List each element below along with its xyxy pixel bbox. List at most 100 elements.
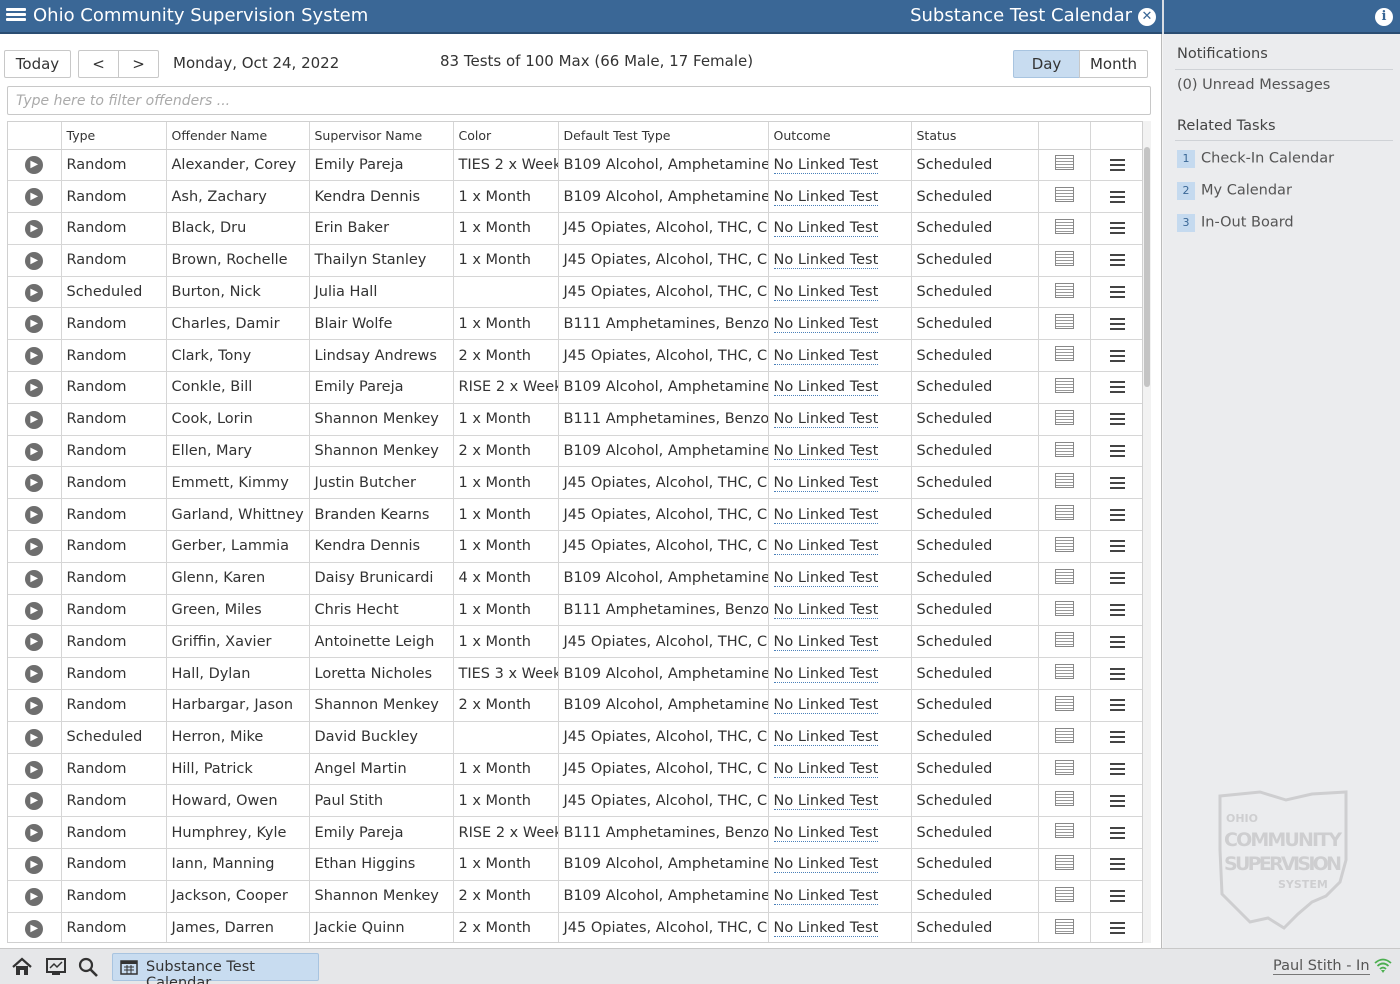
table-row[interactable]: ▶ Random Brown, Rochelle Thailyn Stanley 1 x… [8,244,1142,277]
outcome-link[interactable]: No Linked Test [773,474,879,492]
go-arrow-icon[interactable]: ▶ [25,315,44,334]
outcome-link[interactable]: No Linked Test [773,315,879,333]
grid-scrollbar[interactable] [1143,121,1151,943]
details-list-icon[interactable] [1054,886,1074,902]
table-row[interactable]: ▶ Random Glenn, Karen Daisy Brunicardi 4 x M… [8,562,1142,595]
table-row[interactable]: ▶ Random Humphrey, Kyle Emily Pareja RISE 2 … [8,816,1142,850]
row-menu-icon[interactable] [1109,855,1125,873]
outcome-link[interactable]: No Linked Test [773,856,879,874]
row-menu-icon[interactable] [1109,283,1125,301]
row-menu-icon[interactable] [1109,506,1125,524]
today-button[interactable]: Today [4,50,71,78]
table-row[interactable]: ▶ Random Hall, Dylan Loretta Nicholes TIES 3… [8,657,1142,691]
go-arrow-icon[interactable]: ▶ [25,633,44,652]
table-row[interactable]: ▶ Random Cook, Lorin Shannon Menkey 1 x Mont… [8,403,1142,436]
outcome-link[interactable]: No Linked Test [773,347,879,365]
scrollbar-thumb[interactable] [1144,147,1150,387]
search-icon[interactable] [78,957,100,977]
related-task-check-in-calendar[interactable]: 1 Check-In Calendar [1177,148,1334,170]
outcome-link[interactable]: No Linked Test [773,220,879,238]
row-menu-icon[interactable] [1109,474,1125,492]
outcome-link[interactable]: No Linked Test [773,570,879,588]
row-menu-icon[interactable] [1109,315,1125,333]
outcome-link[interactable]: No Linked Test [773,284,879,302]
home-icon[interactable] [11,957,33,977]
column-header-default-test-type[interactable]: Default Test Type [558,122,769,150]
details-list-icon[interactable] [1054,250,1074,266]
unread-messages-link[interactable]: (0) Unread Messages [1177,77,1330,93]
details-list-icon[interactable] [1054,346,1074,362]
previous-day-button[interactable]: < [78,50,119,78]
table-row[interactable]: ▶ Random Black, Dru Erin Baker 1 x Month J45 … [8,212,1142,245]
go-arrow-icon[interactable]: ▶ [25,251,44,270]
outcome-link[interactable]: No Linked Test [773,824,879,842]
row-menu-icon[interactable] [1109,251,1125,269]
column-header-supervisor-name[interactable]: Supervisor Name [309,122,454,150]
go-arrow-icon[interactable]: ▶ [25,824,44,843]
go-arrow-icon[interactable]: ▶ [25,474,44,493]
user-status-link[interactable]: Paul Stith - In [1273,958,1370,975]
taskbar-tab-substance-test-calendar[interactable]: Substance Test Calendar [112,953,319,984]
table-row[interactable]: ▶ Random Charles, Damir Blair Wolfe 1 x Mont… [8,307,1142,341]
go-arrow-icon[interactable]: ▶ [25,537,44,556]
info-icon[interactable]: i [1375,8,1393,26]
row-menu-icon[interactable] [1109,188,1125,206]
row-menu-icon[interactable] [1109,378,1125,396]
go-arrow-icon[interactable]: ▶ [25,887,44,906]
go-arrow-icon[interactable]: ▶ [25,156,44,175]
row-menu-icon[interactable] [1109,347,1125,365]
details-list-icon[interactable] [1054,473,1074,489]
outcome-link[interactable]: No Linked Test [773,506,879,524]
outcome-link[interactable]: No Linked Test [773,665,879,683]
row-menu-icon[interactable] [1109,792,1125,810]
row-menu-icon[interactable] [1109,633,1125,651]
row-menu-icon[interactable] [1109,665,1125,683]
go-arrow-icon[interactable]: ▶ [25,919,44,938]
outcome-link[interactable]: No Linked Test [773,888,879,906]
offender-filter-input[interactable] [7,86,1151,115]
go-arrow-icon[interactable]: ▶ [25,506,44,525]
row-menu-icon[interactable] [1109,219,1125,237]
go-arrow-icon[interactable]: ▶ [25,283,44,302]
details-list-icon[interactable] [1054,409,1074,425]
table-row[interactable]: ▶ Random Emmett, Kimmy Justin Butcher 1 x Mo… [8,466,1142,500]
table-row[interactable]: ▶ Random Ash, Zachary Kendra Dennis 1 x Mont… [8,180,1142,214]
row-menu-icon[interactable] [1109,760,1125,778]
details-list-icon[interactable] [1054,600,1074,616]
row-menu-icon[interactable] [1109,887,1125,905]
go-arrow-icon[interactable]: ▶ [25,347,44,366]
go-arrow-icon[interactable]: ▶ [25,665,44,684]
details-list-icon[interactable] [1054,727,1074,743]
row-menu-icon[interactable] [1109,728,1125,746]
row-menu-icon[interactable] [1109,537,1125,555]
details-list-icon[interactable] [1054,632,1074,648]
go-arrow-icon[interactable]: ▶ [25,442,44,461]
column-header-outcome[interactable]: Outcome [768,122,912,150]
details-list-icon[interactable] [1054,218,1074,234]
row-menu-icon[interactable] [1109,569,1125,587]
row-menu-icon[interactable] [1109,442,1125,460]
outcome-link[interactable]: No Linked Test [773,792,879,810]
details-list-icon[interactable] [1054,155,1074,171]
table-row[interactable]: ▶ Random Jackson, Cooper Shannon Menkey 2 x … [8,880,1142,913]
row-menu-icon[interactable] [1109,824,1125,842]
close-icon[interactable]: ✕ [1138,8,1156,26]
table-row[interactable]: ▶ Scheduled Burton, Nick Julia Hall J45 Opia… [8,276,1142,309]
details-list-icon[interactable] [1054,441,1074,457]
row-menu-icon[interactable] [1109,696,1125,714]
row-menu-icon[interactable] [1109,919,1125,937]
month-view-button[interactable]: Month [1079,50,1148,78]
outcome-link[interactable]: No Linked Test [773,188,879,206]
go-arrow-icon[interactable]: ▶ [25,378,44,397]
table-row[interactable]: ▶ Random Alexander, Corey Emily Pareja TIES … [8,149,1142,182]
go-arrow-icon[interactable]: ▶ [25,188,44,207]
table-row[interactable]: ▶ Random Conkle, Bill Emily Pareja RISE 2 x … [8,371,1142,404]
go-arrow-icon[interactable]: ▶ [25,410,44,429]
table-row[interactable]: ▶ Random Garland, Whittney Branden Kearns 1 … [8,498,1142,532]
details-list-icon[interactable] [1054,568,1074,584]
column-header-color[interactable]: Color [453,122,559,150]
go-arrow-icon[interactable]: ▶ [25,601,44,620]
outcome-link[interactable]: No Linked Test [773,602,879,620]
details-list-icon[interactable] [1054,314,1074,330]
outcome-link[interactable]: No Linked Test [773,920,879,938]
